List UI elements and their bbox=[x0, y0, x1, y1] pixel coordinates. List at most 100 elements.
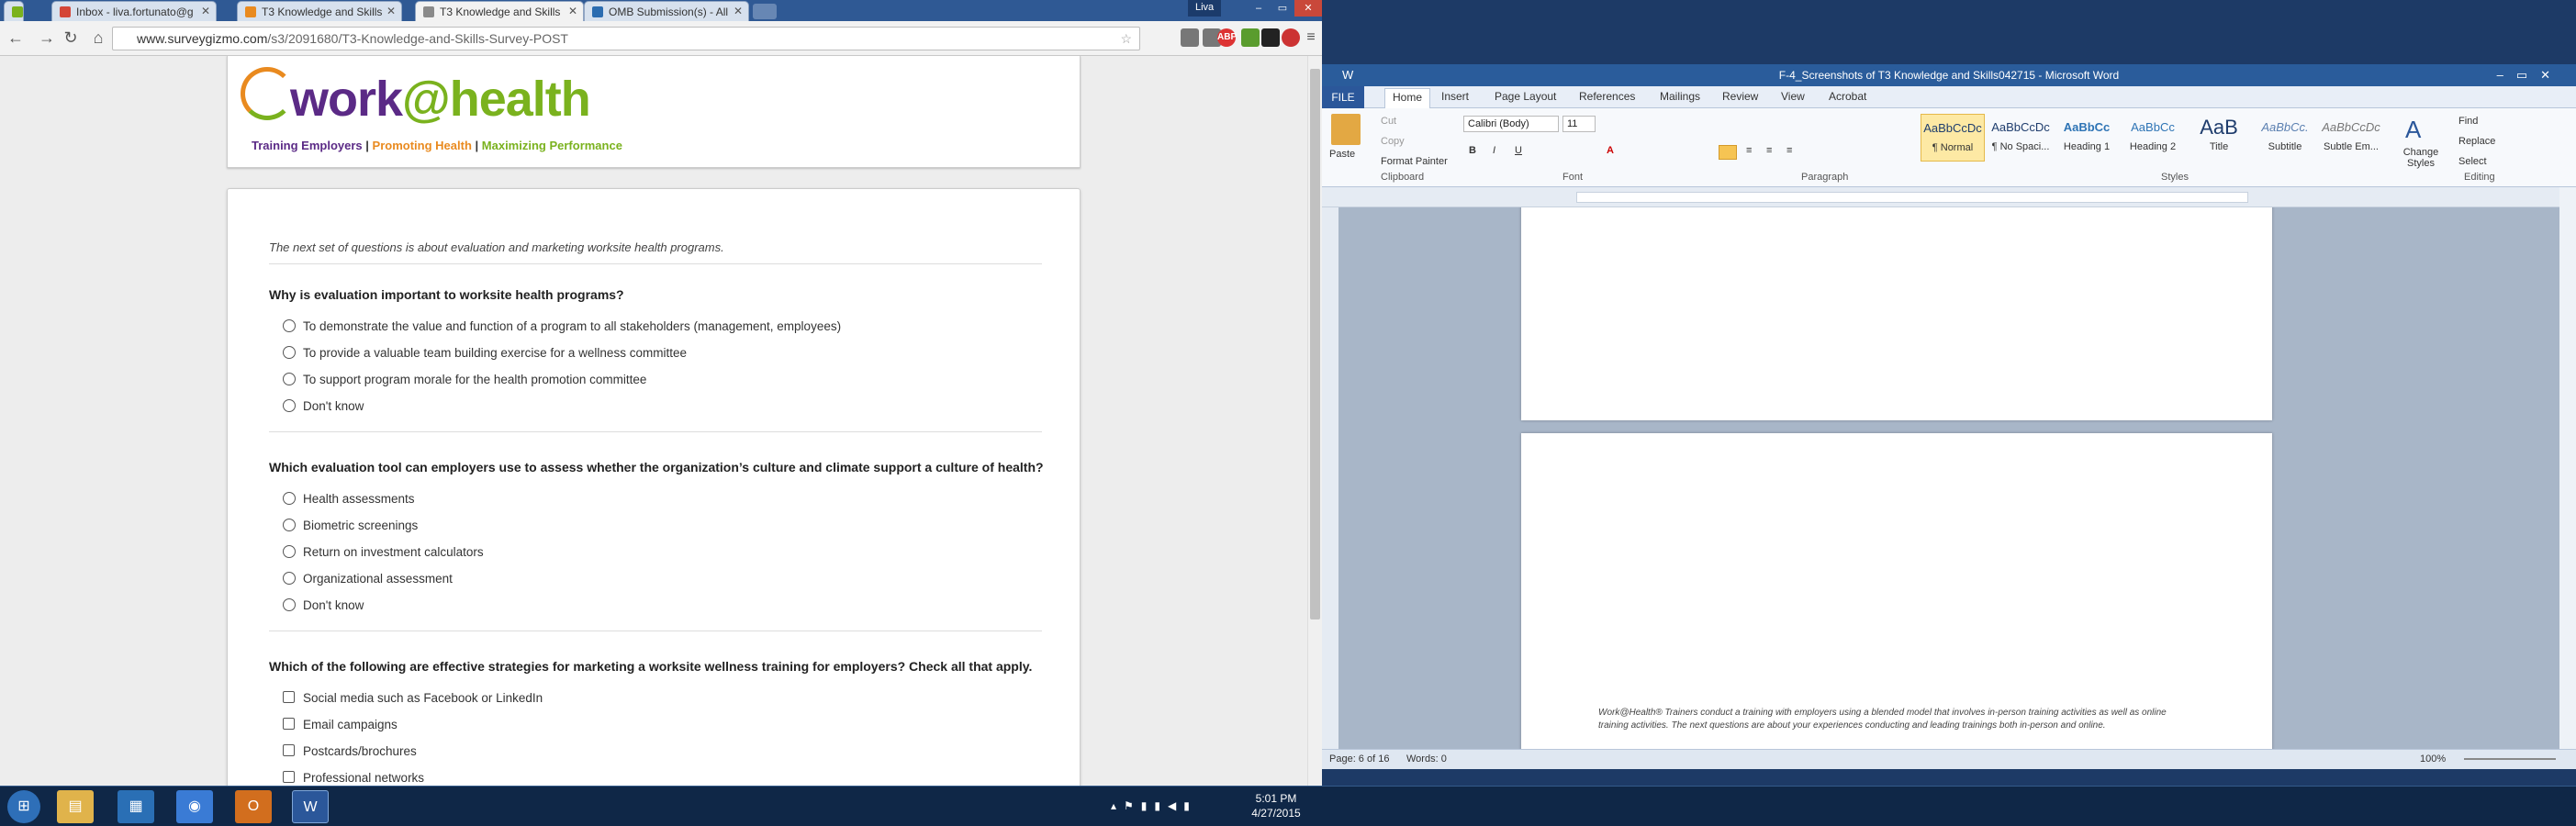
close-icon[interactable]: ✕ bbox=[1294, 0, 1322, 17]
maximize-icon[interactable]: ▭ bbox=[1271, 0, 1294, 17]
adblock-icon[interactable]: ABP bbox=[1217, 28, 1237, 47]
tab-survey-1[interactable]: T3 Knowledge and Skills ✕ bbox=[237, 1, 402, 21]
style-title[interactable]: AaB Title bbox=[2187, 114, 2251, 162]
document-page[interactable] bbox=[1521, 207, 2272, 420]
checkbox-q3-opt4[interactable] bbox=[283, 771, 295, 783]
find-button[interactable]: Find bbox=[2458, 116, 2478, 127]
option-label[interactable]: Health assessments bbox=[303, 492, 415, 506]
font-name-select[interactable]: Calibri (Body) bbox=[1463, 116, 1559, 132]
tab-home[interactable]: Home bbox=[1384, 88, 1431, 108]
radio-q2-opt5[interactable] bbox=[283, 598, 296, 611]
menu-icon[interactable]: ≡ bbox=[1302, 28, 1320, 47]
explorer-icon[interactable]: ▤ bbox=[57, 790, 94, 823]
radio-q2-opt3[interactable] bbox=[283, 545, 296, 558]
calculator-icon[interactable]: ▦ bbox=[118, 790, 154, 823]
change-styles-button[interactable]: Change Styles bbox=[2398, 147, 2444, 169]
bold-icon[interactable]: B bbox=[1469, 145, 1476, 156]
document-page[interactable]: Work@Health® Trainers conduct a training… bbox=[1521, 433, 2272, 749]
option-label[interactable]: To provide a valuable team building exer… bbox=[303, 346, 687, 360]
tab-mailings[interactable]: Mailings bbox=[1660, 90, 1700, 103]
format-painter-button[interactable]: Format Painter bbox=[1381, 156, 1448, 167]
option-label[interactable]: Don't know bbox=[303, 598, 364, 612]
option-label[interactable]: Don't know bbox=[303, 399, 364, 413]
extension-red-icon[interactable] bbox=[1282, 28, 1300, 47]
page-count[interactable]: Page: 6 of 16 bbox=[1329, 753, 1389, 765]
font-color-icon[interactable]: A bbox=[1607, 145, 1614, 156]
option-label[interactable]: Email campaigns bbox=[303, 718, 398, 731]
option-label[interactable]: To support program morale for the health… bbox=[303, 373, 646, 386]
paste-icon[interactable] bbox=[1331, 114, 1361, 145]
radio-q1-opt1[interactable] bbox=[283, 319, 296, 332]
style-no-spacing[interactable]: AaBbCcDc ¶ No Spaci... bbox=[1988, 114, 2053, 162]
tab-page-layout[interactable]: Page Layout bbox=[1495, 90, 1556, 103]
radio-q2-opt4[interactable] bbox=[283, 572, 296, 585]
option-label[interactable]: Organizational assessment bbox=[303, 572, 453, 586]
word-scrollbar[interactable] bbox=[2559, 187, 2576, 749]
outlook-icon[interactable]: O bbox=[235, 790, 272, 823]
close-tab-icon[interactable]: ✕ bbox=[386, 5, 396, 17]
word-window-controls[interactable]: –▭✕ bbox=[2497, 64, 2563, 86]
tab-inbox[interactable]: Inbox - liva.fortunato@g ✕ bbox=[51, 1, 217, 21]
tab-insert[interactable]: Insert bbox=[1441, 90, 1469, 103]
page-scrollbar[interactable] bbox=[1307, 56, 1322, 786]
style-heading-1[interactable]: AaBbCc Heading 1 bbox=[2055, 114, 2119, 162]
close-tab-icon[interactable]: ✕ bbox=[734, 5, 743, 17]
tab-references[interactable]: References bbox=[1579, 90, 1635, 103]
tab-pinned[interactable] bbox=[4, 1, 24, 21]
option-label[interactable]: Professional networks bbox=[303, 771, 424, 785]
chrome-icon[interactable]: ◉ bbox=[176, 790, 213, 823]
forward-icon[interactable]: → bbox=[37, 28, 57, 48]
option-label[interactable]: Postcards/brochures bbox=[303, 744, 417, 758]
option-label[interactable]: Biometric screenings bbox=[303, 519, 418, 532]
align-center-icon[interactable]: ≡ bbox=[1746, 145, 1752, 156]
radio-q1-opt3[interactable] bbox=[283, 373, 296, 385]
horizontal-ruler[interactable] bbox=[1322, 187, 2576, 207]
copy-button[interactable]: Copy bbox=[1381, 136, 1405, 147]
select-button[interactable]: Select bbox=[2458, 156, 2487, 167]
align-right-icon[interactable]: ≡ bbox=[1766, 145, 1772, 156]
clock[interactable]: 5:01 PM 4/27/2015 bbox=[1249, 791, 1304, 820]
word-taskbar-icon[interactable]: W bbox=[292, 790, 329, 823]
home-icon[interactable]: ⌂ bbox=[88, 28, 108, 48]
option-label[interactable]: Social media such as Facebook or LinkedI… bbox=[303, 691, 543, 705]
paste-button[interactable]: Paste bbox=[1329, 149, 1355, 160]
option-label[interactable]: Return on investment calculators bbox=[303, 545, 484, 559]
style-subtle-emphasis[interactable]: AaBbCcDc Subtle Em... bbox=[2319, 114, 2383, 162]
extension-dark-icon[interactable] bbox=[1261, 28, 1280, 47]
justify-icon[interactable]: ≡ bbox=[1786, 145, 1792, 156]
italic-icon[interactable]: I bbox=[1493, 145, 1495, 156]
bookmark-star-icon[interactable]: ☆ bbox=[1120, 28, 1132, 50]
new-tab-button[interactable] bbox=[753, 4, 777, 19]
checkbox-q3-opt1[interactable] bbox=[283, 691, 295, 703]
style-heading-2[interactable]: AaBbCc Heading 2 bbox=[2121, 114, 2185, 162]
option-label[interactable]: To demonstrate the value and function of… bbox=[303, 319, 841, 333]
zoom-slider[interactable] bbox=[2464, 758, 2556, 760]
address-bar[interactable]: www.surveygizmo.com/s3/2091680/T3-Knowle… bbox=[112, 27, 1140, 50]
tab-file[interactable]: FILE bbox=[1322, 86, 1364, 108]
reload-icon[interactable]: ↻ bbox=[61, 28, 81, 48]
style-normal[interactable]: AaBbCcDc ¶ Normal bbox=[1921, 114, 1985, 162]
style-subtitle[interactable]: AaBbCc. Subtitle bbox=[2253, 114, 2317, 162]
close-tab-icon[interactable]: ✕ bbox=[201, 5, 210, 17]
underline-icon[interactable]: U bbox=[1515, 145, 1522, 156]
start-button-icon[interactable]: ⊞ bbox=[7, 790, 40, 823]
profile-badge[interactable]: Liva bbox=[1188, 0, 1222, 17]
replace-button[interactable]: Replace bbox=[2458, 136, 2495, 147]
tab-omb[interactable]: OMB Submission(s) - All ✕ bbox=[584, 1, 749, 21]
cast-icon[interactable] bbox=[1181, 28, 1199, 47]
radio-q1-opt4[interactable] bbox=[283, 399, 296, 412]
radio-q2-opt2[interactable] bbox=[283, 519, 296, 531]
checkbox-q3-opt3[interactable] bbox=[283, 744, 295, 756]
tab-acrobat[interactable]: Acrobat bbox=[1829, 90, 1866, 103]
tab-view[interactable]: View bbox=[1781, 90, 1805, 103]
system-tray-icons[interactable]: ▴⚑▮▮◀▮ bbox=[1111, 799, 1197, 812]
cut-button[interactable]: Cut bbox=[1381, 116, 1396, 127]
radio-q2-opt1[interactable] bbox=[283, 492, 296, 505]
align-left-icon[interactable] bbox=[1719, 145, 1737, 160]
evernote-icon[interactable] bbox=[1241, 28, 1260, 47]
scrollbar-thumb[interactable] bbox=[1310, 69, 1320, 620]
tab-review[interactable]: Review bbox=[1722, 90, 1758, 103]
zoom-level[interactable]: 100% bbox=[2420, 753, 2446, 765]
change-styles-icon[interactable]: A bbox=[2405, 116, 2433, 143]
checkbox-q3-opt2[interactable] bbox=[283, 718, 295, 730]
